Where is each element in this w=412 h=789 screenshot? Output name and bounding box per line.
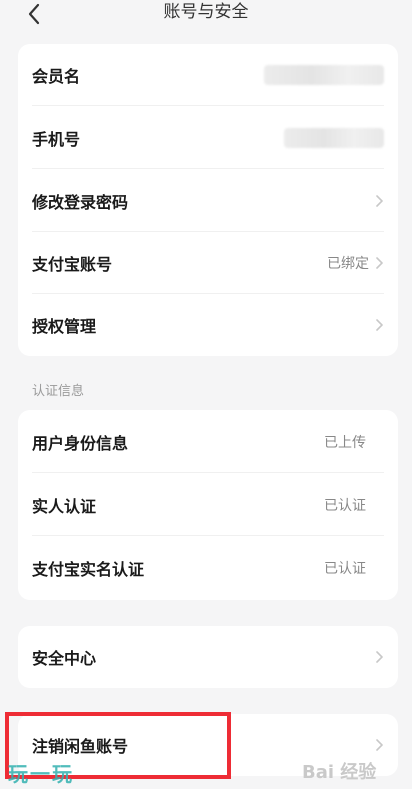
watermark-right: Bai 经验 xyxy=(302,762,377,783)
cancel-account-label: 注销闲鱼账号 xyxy=(32,737,129,756)
chevron-right-icon xyxy=(376,651,383,663)
member-name-value xyxy=(264,65,384,85)
member-name-row[interactable]: 会员名 xyxy=(18,44,398,106)
phone-value xyxy=(284,127,384,148)
chevron-right-icon xyxy=(376,319,383,331)
cancel-account-right xyxy=(375,738,384,752)
alipay-realname-label: 支付宝实名认证 xyxy=(32,560,145,579)
identity-info-right: 已上传 xyxy=(324,432,384,452)
chevron-right-icon xyxy=(376,739,383,751)
account-card: 会员名 手机号 修改登录密码 支付宝账号 已绑定 授权管理 xyxy=(18,44,398,356)
alipay-account-label: 支付宝账号 xyxy=(32,255,113,274)
phone-redacted xyxy=(284,127,384,148)
identity-info-status: 已上传 xyxy=(324,434,366,451)
watermark-left: 玩一玩 xyxy=(8,762,74,786)
change-password-right xyxy=(375,194,384,208)
authorization-right xyxy=(375,318,384,332)
phone-row[interactable]: 手机号 xyxy=(18,106,398,169)
real-person-status: 已认证 xyxy=(324,497,366,514)
identity-info-row[interactable]: 用户身份信息 已上传 xyxy=(18,410,398,473)
security-center-label: 安全中心 xyxy=(32,649,97,668)
authorization-label: 授权管理 xyxy=(32,317,97,336)
real-person-label: 实人认证 xyxy=(32,496,97,516)
security-center-row[interactable]: 安全中心 xyxy=(18,626,398,688)
authorization-row[interactable]: 授权管理 xyxy=(18,294,398,356)
page-title: 账号与安全 xyxy=(163,2,249,22)
member-name-redacted xyxy=(264,65,384,85)
chevron-right-icon xyxy=(376,194,383,207)
verification-card: 用户身份信息 已上传 实人认证 已认证 支付宝实名认证 已认证 xyxy=(18,410,398,600)
alipay-realname-right: 已认证 xyxy=(324,558,384,578)
change-password-label: 修改登录密码 xyxy=(32,192,129,212)
alipay-account-right: 已绑定 xyxy=(327,253,384,273)
member-name-label: 会员名 xyxy=(32,67,81,86)
real-person-right: 已认证 xyxy=(324,495,384,515)
alipay-account-row[interactable]: 支付宝账号 已绑定 xyxy=(18,232,398,294)
real-person-row[interactable]: 实人认证 已认证 xyxy=(18,473,398,536)
alipay-account-status: 已绑定 xyxy=(327,256,369,272)
chevron-right-icon xyxy=(376,257,383,269)
verification-section-title: 认证信息 xyxy=(32,384,85,399)
security-center-right xyxy=(375,650,384,664)
phone-label: 手机号 xyxy=(32,129,81,149)
nav-bar: 账号与安全 xyxy=(0,0,412,28)
change-password-row[interactable]: 修改登录密码 xyxy=(18,169,398,232)
alipay-realname-status: 已认证 xyxy=(324,561,366,577)
alipay-realname-row[interactable]: 支付宝实名认证 已认证 xyxy=(18,536,398,600)
security-center-card: 安全中心 xyxy=(18,626,398,688)
identity-info-label: 用户身份信息 xyxy=(32,433,129,453)
